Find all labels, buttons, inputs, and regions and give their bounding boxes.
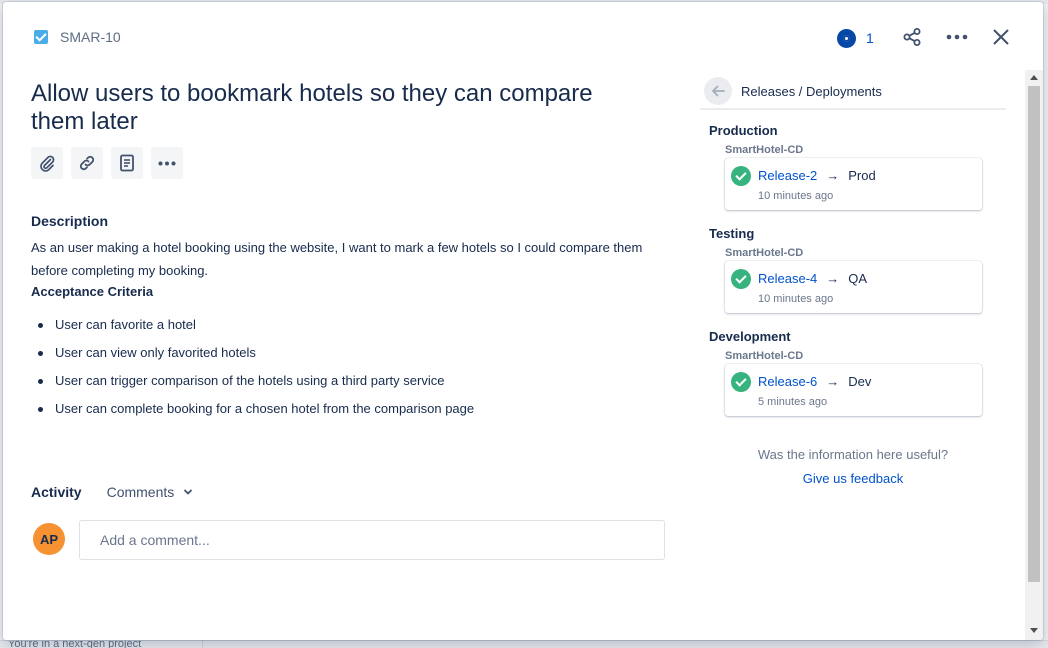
eye-icon [837,28,856,48]
deploy-target: Prod [848,168,876,183]
arrow-right-icon: → [826,271,840,286]
ellipsis-icon [158,161,176,165]
share-icon [903,28,921,46]
check-circle-icon [731,269,751,289]
scrollbar[interactable] [1025,70,1043,640]
check-circle-icon [731,166,751,186]
header-actions: 1 [837,24,874,52]
feedback-question: Was the information here useful? [757,447,949,462]
deploy-timestamp: 5 minutes ago [758,396,828,408]
document-icon [120,154,134,172]
attach-button[interactable] [31,147,63,179]
environment-name: Testing [709,226,755,241]
release-link[interactable]: Release-6 [758,374,817,389]
list-item: User can trigger comparison of the hotel… [31,371,474,399]
description-text[interactable]: As an user making a hotel booking using … [31,236,671,282]
pipeline-name: SmartHotel-CD [725,350,804,362]
activity-filter-value: Comments [106,484,175,500]
arrow-left-icon [712,85,725,97]
background-footer-text: You're in a next-gen project [8,640,142,648]
scroll-down-icon[interactable] [1030,628,1038,633]
watch-button[interactable]: 1 [837,28,874,48]
list-item: User can view only favorited hotels [31,343,474,371]
watch-count: 1 [866,30,874,46]
acceptance-criteria-list: User can favorite a hotel User can view … [31,315,474,427]
background-divider [202,641,203,648]
avatar[interactable]: AP [33,523,65,555]
acceptance-criteria-heading: Acceptance Criteria [31,284,154,299]
environment-development: Development SmartHotel-CD Release-6 → De… [709,329,982,416]
arrow-right-icon: → [826,374,840,389]
description-heading: Description [31,213,109,229]
link-issue-button[interactable] [71,147,103,179]
deploy-target: Dev [848,374,872,389]
scroll-up-icon[interactable] [1030,75,1038,80]
share-button[interactable] [899,24,925,50]
deploy-target: QA [848,271,868,286]
deployment-card[interactable]: Release-6 → Dev 5 minutes ago [725,364,982,416]
arrow-right-icon: → [826,168,840,183]
add-page-button[interactable] [111,147,143,179]
checkbox-icon [34,30,48,44]
issue-modal: SMAR-10 1 Allow users to bookmark hotels… [3,2,1043,640]
activity-section: Activity Comments [31,484,194,500]
deployment-card[interactable]: Release-4 → QA 10 minutes ago [725,261,982,313]
more-actions-button[interactable] [944,24,970,50]
pipeline-name: SmartHotel-CD [725,247,804,259]
close-button[interactable] [988,24,1014,50]
activity-filter-dropdown[interactable]: Comments [107,484,195,500]
issue-title[interactable]: Allow users to bookmark hotels so they c… [31,80,631,136]
deployment-card[interactable]: Release-2 → Prod 10 minutes ago [725,158,982,210]
environment-production: Production SmartHotel-CD Release-2 → Pro… [709,123,982,210]
environment-name: Production [709,123,778,138]
issue-key-label[interactable]: SMAR-10 [60,29,121,45]
environment-testing: Testing SmartHotel-CD Release-4 → QA 10 … [709,226,982,313]
environment-name: Development [709,329,791,344]
feedback-link[interactable]: Give us feedback [703,471,1003,486]
link-icon [79,155,95,171]
back-button[interactable] [704,77,732,105]
more-icon [946,34,968,40]
issue-toolbar [31,147,183,179]
scrollbar-thumb[interactable] [1028,86,1040,582]
pipeline-name: SmartHotel-CD [725,144,804,156]
release-link[interactable]: Release-4 [758,271,817,286]
deploy-timestamp: 10 minutes ago [758,190,834,202]
check-circle-icon [731,372,751,392]
comment-input[interactable] [79,520,665,560]
toolbar-more-button[interactable] [151,147,183,179]
paperclip-icon [40,155,55,172]
panel-title: Releases / Deployments [741,83,882,99]
close-icon [993,29,1009,45]
background-footer: You're in a next-gen project [0,640,1048,648]
release-link[interactable]: Release-2 [758,168,817,183]
deploy-timestamp: 10 minutes ago [758,293,834,305]
releases-panel-header: Releases / Deployments [700,74,1006,110]
activity-heading: Activity [31,484,82,500]
chevron-down-icon [184,489,193,495]
issue-key[interactable]: SMAR-10 [34,29,121,45]
list-item: User can complete booking for a chosen h… [31,399,474,427]
list-item: User can favorite a hotel [31,315,474,343]
